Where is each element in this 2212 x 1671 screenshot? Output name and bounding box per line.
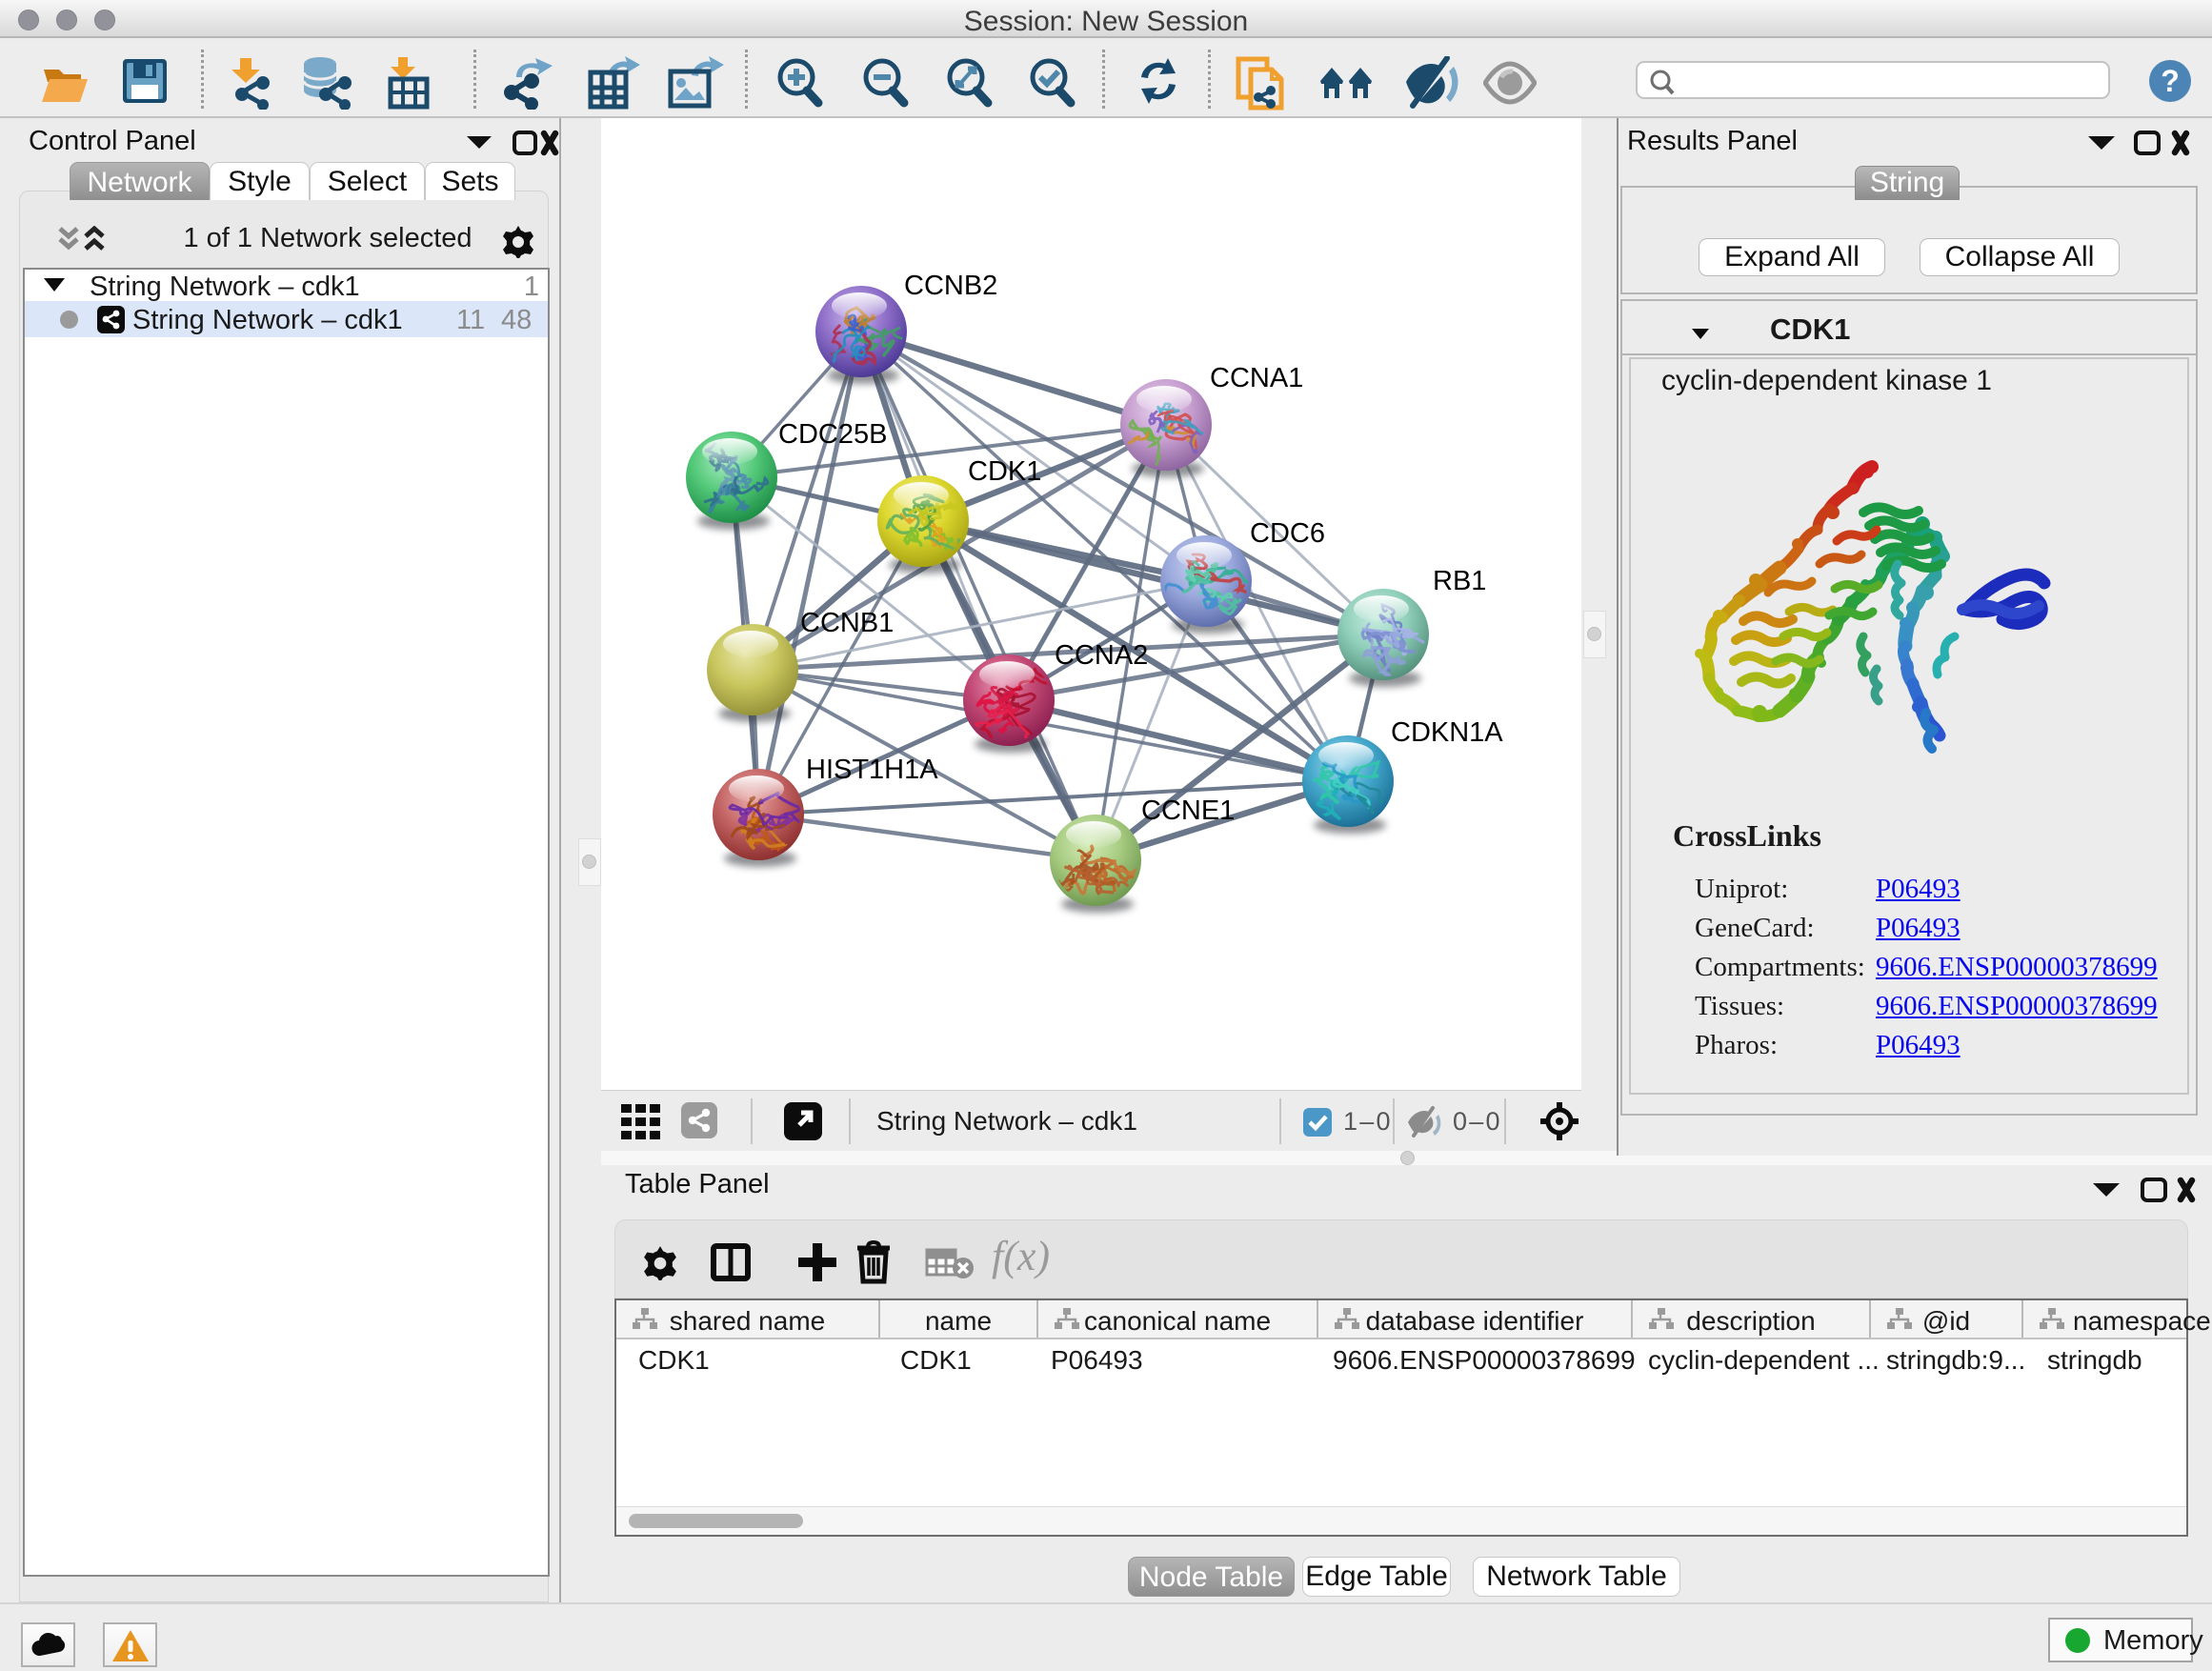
svg-text:?: ?: [2161, 64, 2180, 98]
svg-text:CCNB1: CCNB1: [800, 608, 894, 638]
svg-text:CDKN1A: CDKN1A: [1391, 717, 1503, 748]
svg-text:CDC6: CDC6: [1250, 518, 1325, 549]
svg-text:CDC25B: CDC25B: [778, 419, 887, 450]
svg-text:CCNE1: CCNE1: [1141, 795, 1235, 826]
svg-text:CCNA2: CCNA2: [1055, 640, 1148, 671]
svg-text:CCNB2: CCNB2: [904, 271, 997, 301]
svg-text:HIST1H1A: HIST1H1A: [806, 755, 938, 785]
svg-text:RB1: RB1: [1433, 566, 1486, 596]
svg-text:CCNA1: CCNA1: [1210, 363, 1303, 393]
svg-text:CDK1: CDK1: [968, 456, 1041, 487]
